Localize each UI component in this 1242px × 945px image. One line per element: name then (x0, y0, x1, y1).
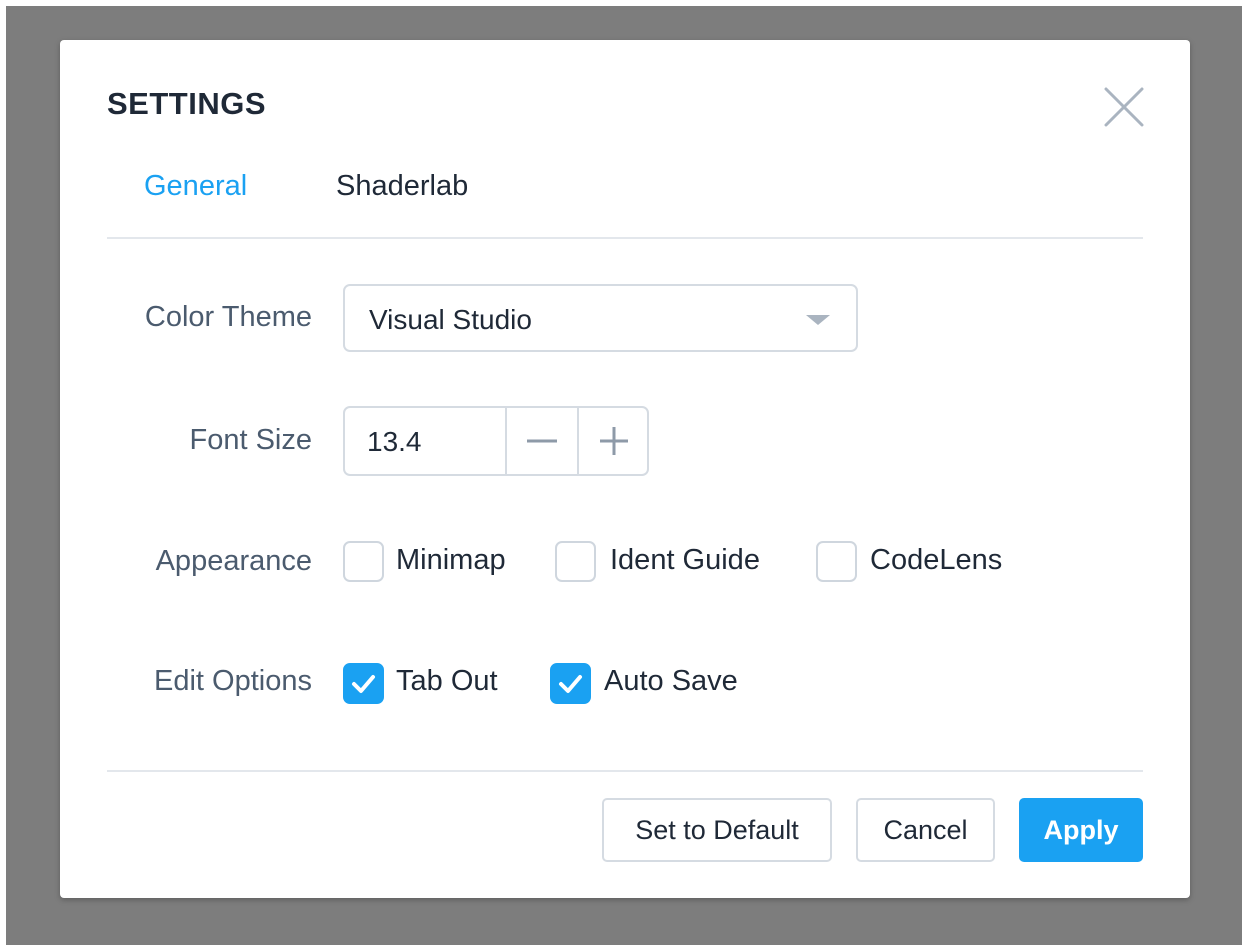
codelens-label[interactable]: CodeLens (870, 544, 1002, 577)
dialog-title: SETTINGS (107, 86, 267, 121)
settings-dialog: SETTINGS General Shaderlab Color Theme V… (60, 40, 1190, 898)
plus-icon (600, 427, 628, 455)
minus-icon (527, 439, 557, 443)
ident-guide-checkbox[interactable] (555, 541, 596, 582)
tab-general[interactable]: General (144, 170, 247, 203)
font-size-stepper: 13.4 (343, 406, 649, 476)
font-size-label: Font Size (189, 424, 313, 456)
cancel-button[interactable]: Cancel (856, 798, 995, 862)
edit-options-label: Edit Options (154, 665, 312, 697)
frame-edge-top (0, 0, 1242, 6)
tabs-divider (107, 237, 1143, 239)
ident-guide-label[interactable]: Ident Guide (610, 544, 760, 577)
auto-save-label[interactable]: Auto Save (604, 665, 738, 698)
color-theme-label: Color Theme (144, 301, 312, 333)
caret-down-icon (806, 315, 830, 325)
footer-divider (107, 770, 1143, 772)
color-theme-select[interactable]: Visual Studio (343, 284, 858, 352)
frame-edge-left (0, 0, 6, 945)
auto-save-checkbox[interactable] (550, 663, 591, 704)
increment-button[interactable] (577, 408, 649, 474)
codelens-checkbox[interactable] (816, 541, 857, 582)
set-to-default-button[interactable]: Set to Default (602, 798, 832, 862)
close-icon (1104, 87, 1144, 127)
tab-out-checkbox[interactable] (343, 663, 384, 704)
close-button[interactable] (1102, 85, 1146, 129)
apply-button[interactable]: Apply (1019, 798, 1143, 862)
font-size-input[interactable]: 13.4 (367, 426, 422, 458)
tab-shaderlab[interactable]: Shaderlab (336, 170, 468, 203)
color-theme-value: Visual Studio (369, 304, 532, 335)
decrement-button[interactable] (505, 408, 577, 474)
tab-out-label[interactable]: Tab Out (396, 665, 498, 698)
checkmark-icon (352, 675, 375, 693)
appearance-label: Appearance (155, 545, 312, 577)
checkmark-icon (559, 675, 582, 693)
minimap-checkbox[interactable] (343, 541, 384, 582)
minimap-label[interactable]: Minimap (396, 544, 506, 577)
